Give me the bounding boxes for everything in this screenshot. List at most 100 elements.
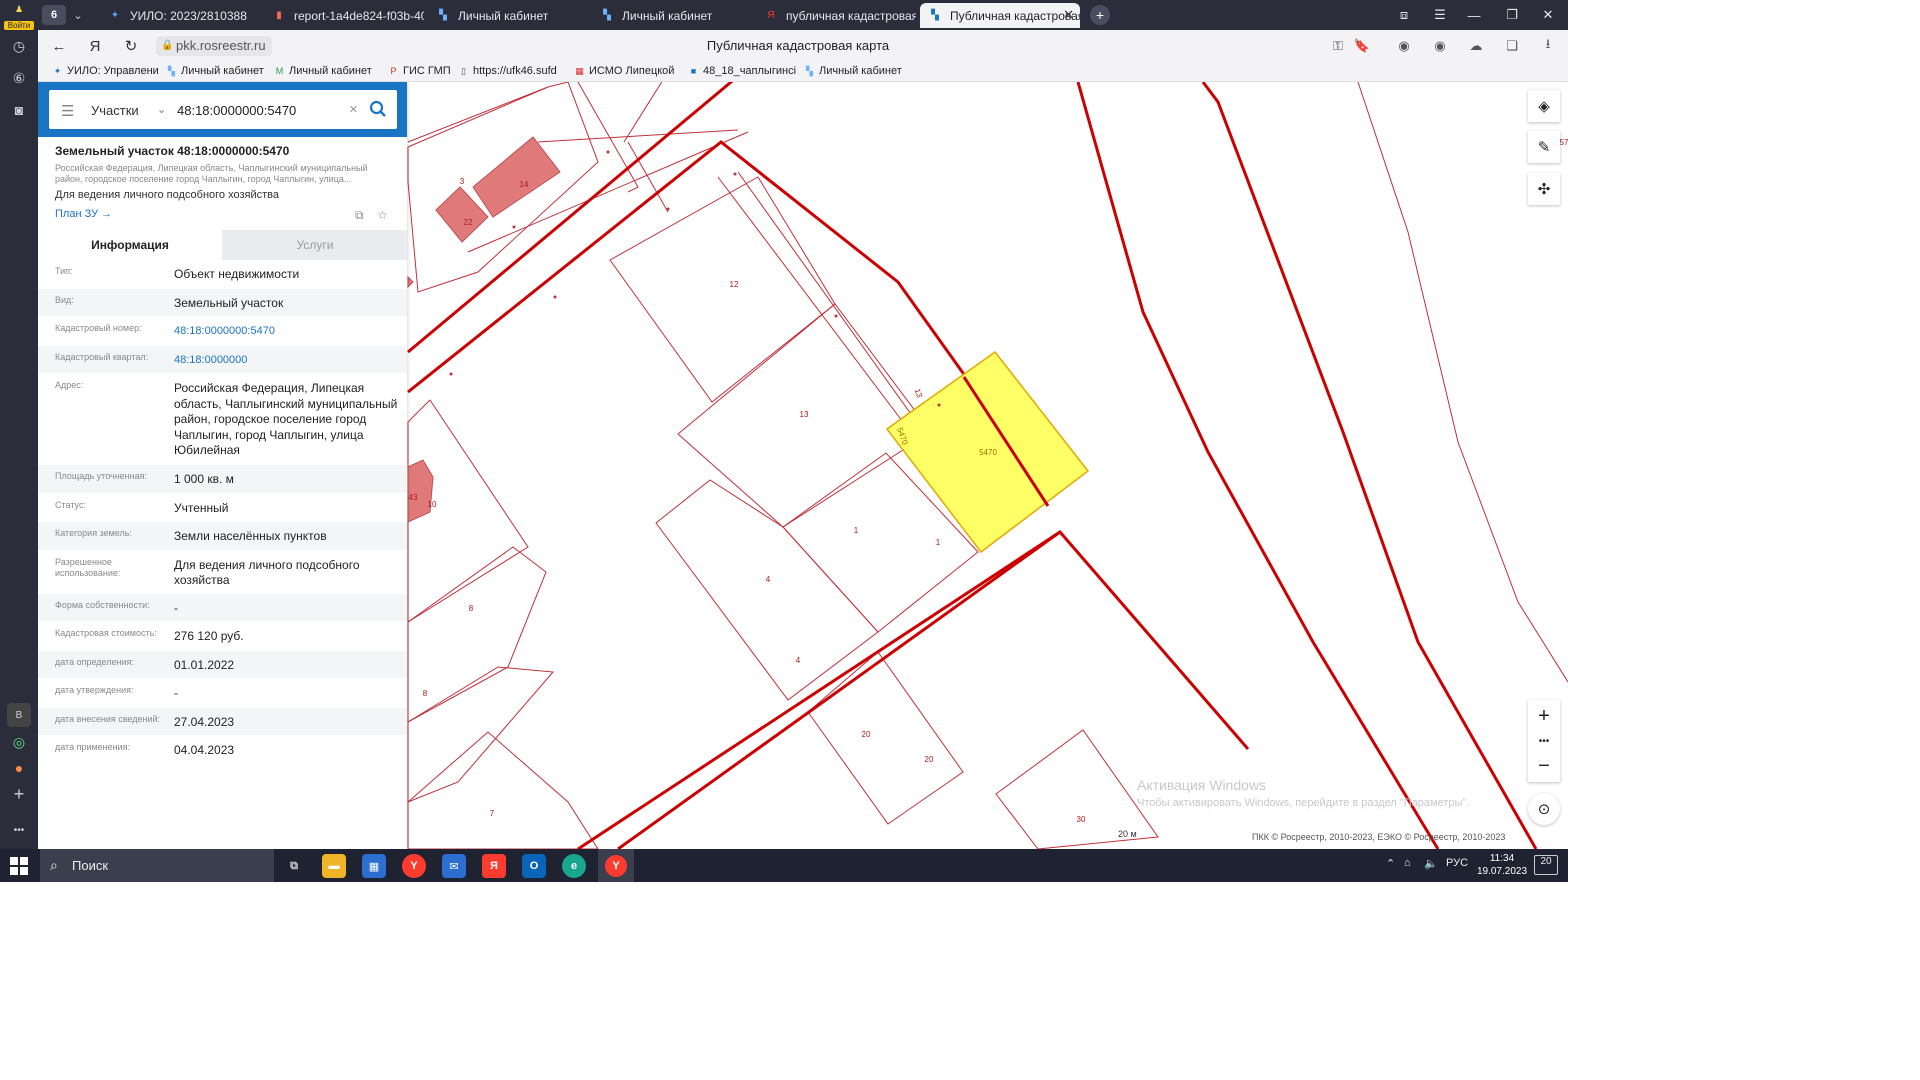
input-language[interactable]: РУС — [1446, 857, 1468, 869]
notifications-badge[interactable]: 20 — [1534, 855, 1558, 875]
system-clock[interactable]: 11:34 19.07.2023 — [1472, 852, 1532, 878]
bookmarks-bar: ✦ УИЛО: Управлени ▚ Личный кабинет M Личный… — [38, 62, 1568, 82]
tab-favicon-icon: ▚ — [603, 10, 611, 21]
camera-icon[interactable]: ◙ — [7, 98, 31, 122]
tray-chevron-icon[interactable]: ⌃ — [1386, 857, 1395, 870]
browser-tab[interactable]: Япубличная кадастровая к — [756, 3, 916, 28]
windows-taskbar: ⌕ Поиск ⧉ ▬ ▦ Y ✉ Я O e Y ⌃ ⌂ 🔈 РУС 11:34… — [0, 849, 1568, 882]
search-type-select[interactable]: Участки — [91, 103, 139, 118]
row-key: Кадастровый квартал: — [55, 351, 149, 362]
bookmark-panel-icon[interactable]: ⧈ — [1392, 4, 1416, 26]
extension-icon[interactable]: ◉ — [1430, 36, 1450, 56]
browser-tab[interactable]: ✦ УИЛО: 2023/2810388 — [100, 3, 260, 28]
volume-icon[interactable]: 🔈 — [1424, 857, 1438, 870]
yandex-browser-icon[interactable]: Y — [402, 854, 426, 878]
menu-icon[interactable]: ☰ — [1428, 4, 1452, 26]
bookmark-item[interactable]: ▯ https://ufk46.sufd — [458, 65, 557, 77]
bookmark-item[interactable]: Р ГИС ГМП — [388, 65, 451, 77]
close-icon[interactable]: ✕ — [1063, 7, 1074, 23]
browser-tab[interactable]: ▚ Личный кабинет — [592, 3, 752, 28]
cloud-icon[interactable]: ☁ — [1466, 36, 1486, 56]
windows-start-icon[interactable] — [10, 857, 28, 875]
tab-information[interactable]: Информация — [38, 230, 222, 260]
login-button[interactable]: ♟ Войти — [4, 4, 34, 30]
outlook-icon[interactable]: O — [522, 854, 546, 878]
zoom-to-object-icon[interactable]: ⧉ — [355, 208, 364, 223]
translate-icon[interactable]: ⚿ — [1328, 36, 1348, 56]
mail-icon[interactable]: ✉ — [442, 854, 466, 878]
bookmark-item[interactable]: ▚ Личный кабинет — [804, 65, 902, 77]
search-icon[interactable] — [369, 100, 387, 118]
row-value: Объект недвижимости — [174, 267, 300, 281]
edge-icon[interactable]: e — [562, 854, 586, 878]
collections-icon[interactable]: ❏ — [1502, 36, 1522, 56]
store-icon[interactable]: ▦ — [362, 854, 386, 878]
reload-button[interactable]: ↻ — [120, 35, 142, 57]
alice-icon[interactable]: ◎ — [7, 730, 31, 754]
bookmark-item[interactable]: ✦ УИЛО: Управлени — [52, 65, 159, 77]
zoom-more-button[interactable]: ••• — [1528, 730, 1560, 752]
network-icon[interactable]: ⌂ — [1404, 857, 1411, 869]
yandex-browser-active-icon[interactable]: Y — [598, 849, 634, 882]
tabs-icon[interactable]: ⑥ — [7, 66, 31, 90]
bookmark-label: 48_18_чаплыгинсі — [703, 65, 797, 77]
bookmark-item[interactable]: ▚ Личный кабинет — [166, 65, 264, 77]
music-icon[interactable]: ● — [7, 756, 31, 780]
table-row: Форма собственности: - — [38, 593, 407, 622]
address-bar: ← Я ↻ 🔒 pkk.rosreestr.ru Публичная кадаст… — [38, 30, 1568, 62]
more-icon[interactable]: ••• — [7, 818, 31, 842]
measure-button[interactable]: ✎ — [1528, 131, 1560, 163]
add-sidebar-icon[interactable]: + — [7, 782, 31, 806]
close-window-icon[interactable]: ✕ — [1536, 4, 1560, 26]
compass-button[interactable]: ⊙ — [1528, 793, 1560, 825]
browser-tab-active[interactable]: ▚ Публичная кадастровая ✕ — [920, 3, 1080, 28]
file-explorer-icon[interactable]: ▬ — [322, 854, 346, 878]
chevron-down-icon[interactable]: ⌄ — [157, 103, 166, 116]
bookmark-label: Личный кабинет — [181, 65, 264, 77]
map-scale: 20 м — [1118, 829, 1137, 839]
back-button[interactable]: ← — [48, 35, 70, 57]
zoom-in-button[interactable]: + — [1528, 702, 1560, 730]
yandex-icon[interactable]: Я — [482, 854, 506, 878]
taskbar-search[interactable]: ⌕ Поиск — [40, 849, 274, 882]
bookmark-label: ГИС ГМП — [403, 65, 451, 77]
cadastral-quarter-link[interactable]: 48:18:0000000 — [174, 353, 399, 369]
chevron-down-icon[interactable]: ⌄ — [68, 5, 88, 25]
bookmark-icon[interactable]: 🔖 — [1352, 36, 1372, 56]
clear-icon[interactable]: × — [349, 101, 358, 118]
download-icon[interactable]: ⭳ — [1538, 36, 1558, 56]
cadastral-number-link[interactable]: 48:18:0000000:5470 — [174, 324, 399, 340]
minimize-icon[interactable]: — — [1462, 4, 1486, 26]
maximize-icon[interactable]: ❐ — [1500, 4, 1524, 26]
browser-tab[interactable]: ▮ report-1a4de824-f03b-40e — [264, 3, 424, 28]
map-copyright: ПКК © Росреестр, 2010-2023, ЕЭКО © Росре… — [1252, 832, 1506, 842]
bookmark-item[interactable]: M Личный кабинет — [274, 65, 372, 77]
bookmark-item[interactable]: ■ 48_18_чаплыгинсі — [688, 65, 796, 77]
bookmark-favicon-icon: ▦ — [575, 65, 584, 76]
row-key: Разрешенное использование: — [55, 556, 121, 578]
zoom-out-button[interactable]: − — [1528, 752, 1560, 780]
history-icon[interactable]: ◷ — [7, 34, 31, 58]
search-box[interactable]: ☰ Участки ⌄ 48:18:0000000:5470 × — [49, 90, 397, 129]
yandex-icon[interactable]: Я — [84, 35, 106, 57]
login-label: Войти — [4, 21, 34, 30]
parcel-label: 4 — [796, 656, 801, 665]
locate-button[interactable]: ✣ — [1528, 173, 1560, 205]
menu-icon[interactable]: ☰ — [61, 102, 74, 120]
url-field[interactable]: 🔒 pkk.rosreestr.ru — [156, 36, 272, 56]
task-view-icon[interactable]: ⧉ — [282, 854, 306, 878]
plan-link[interactable]: План ЗУ → — [55, 208, 112, 220]
extension-icon[interactable]: ◉ — [1394, 36, 1414, 56]
browser-tab[interactable]: ▚ Личный кабинет — [428, 3, 588, 28]
layers-button[interactable]: ◈ — [1528, 90, 1560, 122]
tab-count-badge[interactable]: 6 — [42, 5, 66, 25]
search-input[interactable]: 48:18:0000000:5470 — [177, 103, 296, 118]
new-tab-button[interactable]: + — [1090, 5, 1110, 25]
star-icon[interactable]: ☆ — [377, 208, 388, 222]
tab-services[interactable]: Услуги — [223, 230, 407, 260]
tab-favicon-icon: ✦ — [110, 10, 120, 21]
parcel-label: 57 — [1560, 138, 1568, 147]
table-row: дата применения: 04.04.2023 — [38, 736, 407, 765]
vk-icon[interactable]: В — [7, 703, 31, 727]
bookmark-item[interactable]: ▦ ИСМО Липецкой — [574, 65, 674, 77]
